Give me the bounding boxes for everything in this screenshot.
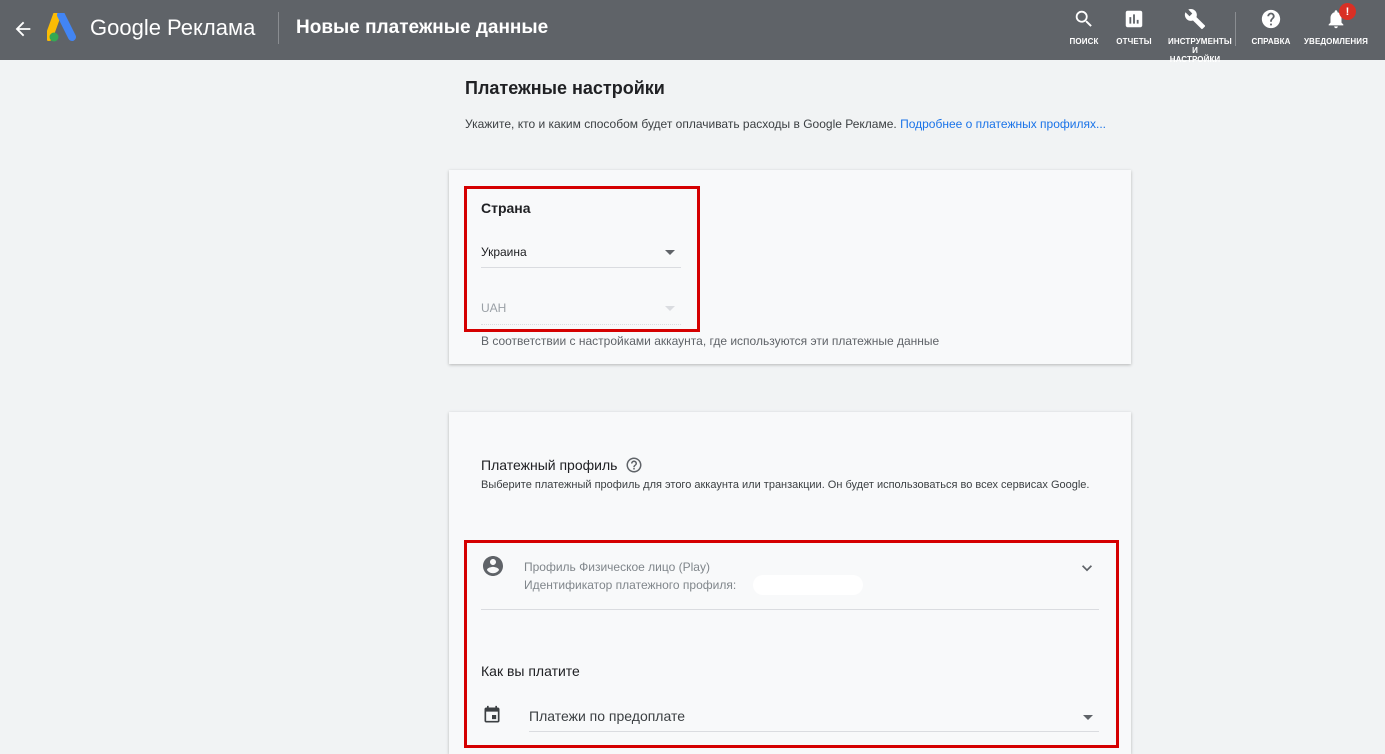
payment-profile-heading: Платежный профиль (481, 456, 643, 474)
payment-settings-title: Платежные настройки (465, 78, 665, 98)
learn-more-link[interactable]: Подробнее о платежных профилях... (900, 117, 1106, 131)
payment-settings-description: Укажите, кто и каким способом будет опла… (465, 116, 1125, 132)
payment-profile-description: Выберите платежный профиль для этого акк… (481, 479, 1090, 491)
help-tool-label: СПРАВКА (1251, 37, 1291, 46)
search-tool-label: ПОИСК (1069, 37, 1099, 46)
page-title: Новые платежные данные (296, 17, 549, 38)
arrow-back-icon (15, 21, 31, 37)
tools-settings-button[interactable]: ИНСТРУМЕНТЫ И НАСТРОЙКИ (1168, 8, 1232, 64)
highlight-box-profile (464, 540, 1119, 748)
payment-profile-title: Платежный профиль (481, 457, 618, 473)
tools-settings-label: ИНСТРУМЕНТЫ И НАСТРОЙКИ (1168, 37, 1232, 64)
search-icon (1075, 10, 1092, 27)
reports-tool-label: ОТЧЕТЫ (1116, 37, 1152, 46)
tools-divider (1235, 12, 1236, 46)
wrench-icon (1184, 9, 1206, 30)
help-outline-icon[interactable] (625, 456, 643, 474)
description-text: Укажите, кто и каким способом будет опла… (465, 117, 897, 131)
reports-tool-button[interactable]: ОТЧЕТЫ (1116, 8, 1152, 46)
currency-hint: В соответствии с настройками аккаунта, г… (481, 334, 940, 348)
help-icon (1261, 9, 1281, 29)
top-app-bar: Google Реклама Новые платежные данные ПО… (0, 0, 1385, 64)
notification-badge: ! (1339, 3, 1356, 20)
notifications-tool-button[interactable]: УВЕДОМЛЕНИЯ (1303, 8, 1369, 46)
brand-name: Google Реклама (90, 15, 256, 40)
search-tool-button[interactable]: ПОИСК (1068, 8, 1100, 46)
back-button[interactable] (10, 16, 36, 42)
reports-icon (1125, 10, 1143, 28)
help-tool-button[interactable]: СПРАВКА (1250, 8, 1292, 46)
notifications-tool-label: УВЕДОМЛЕНИЯ (1303, 37, 1368, 46)
google-ads-logo-icon (47, 13, 76, 42)
header-divider (278, 12, 279, 44)
highlight-box-country (464, 186, 700, 332)
